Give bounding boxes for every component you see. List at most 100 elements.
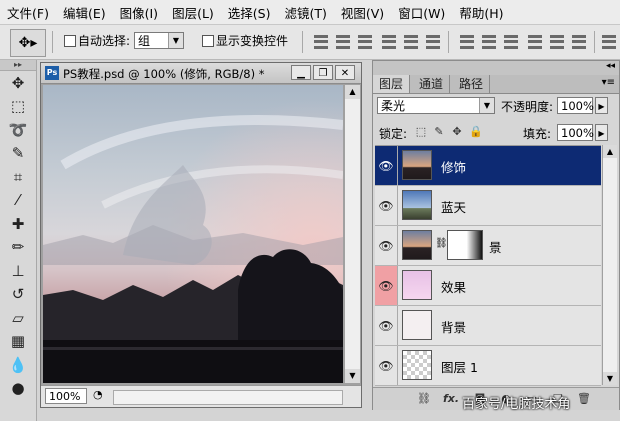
eye-icon[interactable]: 👁	[375, 226, 398, 265]
close-button[interactable]: ✕	[335, 65, 355, 80]
lock-pixels-icon[interactable]: ✎	[433, 126, 445, 138]
menu-view[interactable]: 视图(V)	[334, 3, 391, 22]
align-bottom-icon[interactable]	[356, 34, 374, 50]
layers-panel: ◂◂ 图层 通道 路径 ▾≡ 柔光 ▼ 不透明度: 100% ▶ 锁定: ⬚ ✎…	[372, 60, 620, 410]
tab-layers[interactable]: 图层	[373, 75, 411, 93]
toolbox: ▸▸ ✥ ⬚ ➰ ✎ ⌗ ⁄ ✚ ✏ ⊥ ↺ ▱ ▦ 💧 ●	[0, 60, 37, 421]
divider	[594, 31, 595, 53]
menu-filter[interactable]: 滤镜(T)	[277, 3, 333, 22]
crop-tool-icon[interactable]: ⌗	[0, 165, 36, 189]
quick-select-tool-icon[interactable]: ✎	[0, 142, 36, 166]
layer-name: 蓝天	[441, 200, 467, 215]
scroll-down-icon[interactable]: ▼	[345, 369, 360, 383]
layer-row[interactable]: 👁 图层 1	[375, 346, 601, 386]
scroll-down-icon[interactable]: ▼	[603, 372, 617, 385]
layer-thumbnail	[402, 350, 432, 380]
show-transform-checkbox[interactable]	[202, 35, 214, 47]
document-title-bar[interactable]: Ps PS教程.psd @ 100% (修饰, RGB/8) * ▁ ❐ ✕	[41, 63, 361, 84]
eraser-tool-icon[interactable]: ▱	[0, 306, 36, 330]
lock-position-icon[interactable]: ✥	[451, 126, 463, 138]
document-horizontal-scrollbar[interactable]	[113, 390, 343, 405]
distribute-right-icon[interactable]	[570, 34, 588, 50]
layer-row[interactable]: 👁 蓝天	[375, 186, 601, 226]
blend-mode-dropdown[interactable]: 柔光 ▼	[377, 97, 495, 114]
distribute-hcenter-icon[interactable]	[548, 34, 566, 50]
toolbox-grip[interactable]: ▸▸	[0, 60, 36, 71]
marquee-tool-icon[interactable]: ⬚	[0, 95, 36, 119]
layers-list: 👁 修饰 👁 蓝天 👁 ⛓ 景 👁 效果 👁 背景 👁 图层 1	[375, 145, 601, 386]
distribute-vcenter-icon[interactable]	[480, 34, 498, 50]
menu-select[interactable]: 选择(S)	[221, 3, 278, 22]
fill-field[interactable]: 100%	[557, 124, 594, 141]
opacity-slider-arrow-icon[interactable]: ▶	[595, 97, 608, 114]
layer-row[interactable]: 👁 修饰	[375, 146, 601, 186]
auto-select-dropdown[interactable]: 组 ▼	[134, 32, 184, 49]
layer-row[interactable]: 👁 背景	[375, 306, 601, 346]
chain-link-icon[interactable]: ⛓	[435, 238, 448, 249]
document-status-bar: 100% ◔	[41, 385, 361, 407]
menu-window[interactable]: 窗口(W)	[391, 3, 452, 22]
clone-stamp-tool-icon[interactable]: ⊥	[0, 259, 36, 283]
distribute-bottom-icon[interactable]	[502, 34, 520, 50]
menu-help[interactable]: 帮助(H)	[452, 3, 510, 22]
tab-paths[interactable]: 路径	[453, 75, 491, 93]
eye-icon[interactable]: 👁	[375, 186, 398, 225]
menu-layer[interactable]: 图层(L)	[165, 3, 221, 22]
zoom-field[interactable]: 100%	[45, 388, 87, 404]
align-right-icon[interactable]	[424, 34, 442, 50]
minimize-button[interactable]: ▁	[291, 65, 311, 80]
eye-icon[interactable]: 👁	[375, 146, 398, 185]
collapse-icon[interactable]: ◂◂	[606, 61, 615, 71]
opacity-field[interactable]: 100%	[557, 97, 594, 114]
layer-thumbnail	[402, 190, 432, 220]
lasso-tool-icon[interactable]: ➰	[0, 118, 36, 142]
scroll-up-icon[interactable]: ▲	[345, 85, 360, 99]
eye-icon[interactable]: 👁	[375, 306, 398, 345]
lock-transparent-icon[interactable]: ⬚	[415, 126, 427, 138]
menu-edit[interactable]: 编辑(E)	[56, 3, 113, 22]
align-top-icon[interactable]	[312, 34, 330, 50]
blur-tool-icon[interactable]: 💧	[0, 353, 36, 377]
align-hcenter-icon[interactable]	[402, 34, 420, 50]
brush-tool-icon[interactable]: ✏	[0, 236, 36, 260]
healing-brush-tool-icon[interactable]: ✚	[0, 212, 36, 236]
options-bar: ✥▸ 自动选择: 组 ▼ 显示变换控件	[0, 25, 620, 60]
fx-icon[interactable]: fx.	[443, 392, 459, 406]
auto-align-icon[interactable]	[600, 34, 618, 50]
move-tool-icon[interactable]: ✥▸	[10, 29, 46, 57]
image-canvas[interactable]	[43, 85, 343, 383]
menu-image[interactable]: 图像(I)	[113, 3, 165, 22]
layer-name: 修饰	[441, 160, 467, 175]
tab-channels[interactable]: 通道	[413, 75, 451, 93]
restore-button[interactable]: ❐	[313, 65, 333, 80]
document-info-icon[interactable]: ◔	[93, 388, 103, 401]
lock-all-icon[interactable]: 🔒	[469, 126, 483, 138]
fill-slider-arrow-icon[interactable]: ▶	[595, 124, 608, 141]
distribute-left-icon[interactable]	[526, 34, 544, 50]
auto-select-checkbox[interactable]	[64, 35, 76, 47]
align-vcenter-icon[interactable]	[334, 34, 352, 50]
divider	[302, 31, 303, 53]
scroll-up-icon[interactable]: ▲	[603, 145, 617, 158]
move-tool-icon[interactable]: ✥	[0, 71, 36, 95]
layer-row[interactable]: 👁 ⛓ 景	[375, 226, 601, 266]
menu-file[interactable]: 文件(F)	[0, 3, 56, 22]
document-vertical-scrollbar[interactable]: ▲ ▼	[344, 85, 360, 383]
layers-scrollbar[interactable]: ▲ ▼	[602, 145, 617, 385]
trash-icon[interactable]: 🗑	[577, 392, 591, 406]
align-left-icon[interactable]	[380, 34, 398, 50]
dodge-tool-icon[interactable]: ●	[0, 377, 36, 401]
eyedropper-tool-icon[interactable]: ⁄	[0, 189, 36, 213]
eye-icon[interactable]: 👁	[375, 266, 398, 305]
layer-name: 图层 1	[441, 360, 478, 375]
distribute-top-icon[interactable]	[458, 34, 476, 50]
eye-icon[interactable]: 👁	[375, 346, 398, 385]
panel-header[interactable]: ◂◂	[373, 61, 619, 76]
gradient-tool-icon[interactable]: ▦	[0, 330, 36, 354]
layer-mask-thumbnail[interactable]	[447, 230, 483, 260]
layer-row[interactable]: 👁 效果	[375, 266, 601, 306]
panel-menu-icon[interactable]: ▾≡	[602, 77, 615, 88]
divider	[448, 31, 449, 53]
link-layers-icon[interactable]: ⛓	[417, 392, 431, 406]
history-brush-tool-icon[interactable]: ↺	[0, 283, 36, 307]
